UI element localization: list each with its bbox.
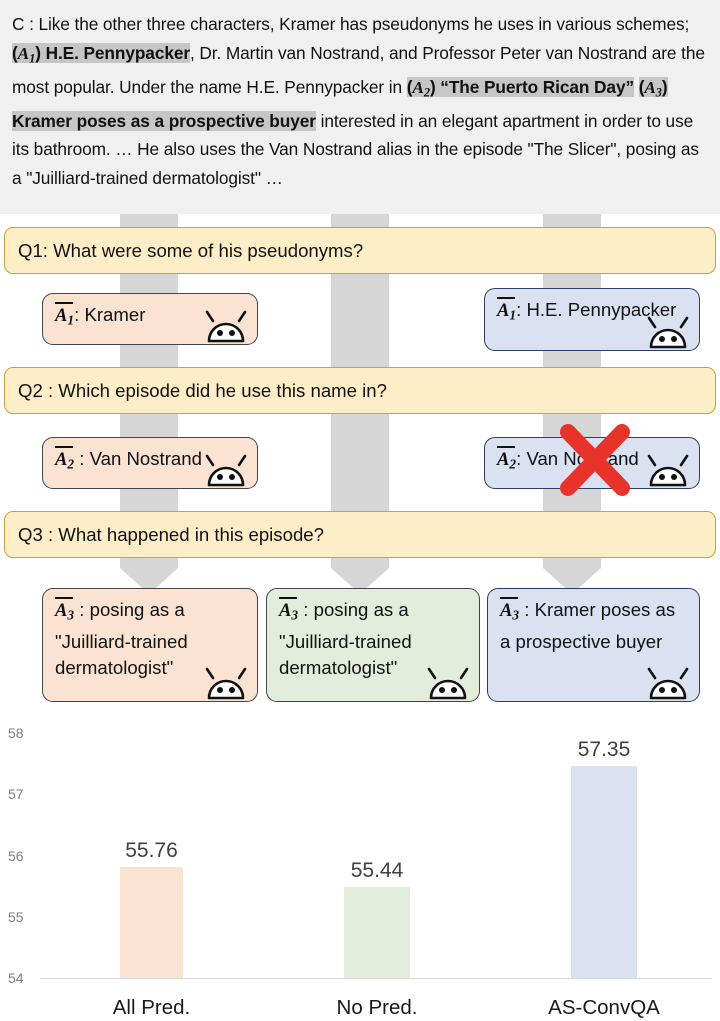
x-label-as-convqa: AS-ConvQA [548, 996, 660, 1019]
results-bar-chart: 58 57 56 55 54 55.76 55.44 57.35 All Pre… [0, 712, 720, 1021]
answer-text-q2-left: Van Nostrand [89, 448, 202, 469]
answer-label-a3-middle: A3 [279, 596, 298, 629]
x-axis-line [40, 978, 712, 979]
answer-q3-right[interactable]: A3 : Kramer poses as a prospective buyer [487, 588, 700, 702]
context-highlight-a2: (A2) “The Puerto Rican Day” [406, 76, 634, 100]
answer-q3-middle[interactable]: A3 : posing as a "Juilliard-trained derm… [266, 588, 480, 702]
context-text-run-0: Like the other three characters, Kramer … [33, 14, 690, 34]
y-tick-58: 58 [8, 725, 24, 741]
answer-q2-left[interactable]: A2 : Van Nostrand [42, 437, 258, 489]
answer-sep-q1-right: : [516, 299, 522, 320]
android-robot-icon [205, 310, 247, 343]
question-1-bar[interactable]: Q1: What were some of his pseudonyms? [4, 227, 716, 274]
bar-as-convqa [571, 766, 637, 978]
bar-all-pred [120, 866, 183, 978]
bar-value-all-pred: 55.76 [125, 838, 178, 862]
answer-q1-left[interactable]: A1: Kramer [42, 293, 258, 345]
y-tick-57: 57 [8, 786, 24, 802]
answer-label-a1-left: A1 [55, 301, 74, 334]
y-tick-56: 56 [8, 848, 24, 864]
answer-label-a1-right: A1 [497, 296, 516, 329]
bar-value-no-pred: 55.44 [350, 858, 404, 882]
answer-q1-right[interactable]: A1: H.E. Pennypacker [484, 288, 700, 351]
answer-sep-q3-middle: : [298, 599, 309, 620]
answer-q2-right[interactable]: A2: Van Nostrand [484, 437, 700, 489]
android-robot-icon [427, 667, 469, 700]
y-tick-55: 55 [8, 909, 24, 925]
y-tick-54: 54 [8, 970, 24, 986]
android-robot-icon [647, 667, 689, 700]
answer-label-a2-left: A2 [55, 445, 74, 478]
answer-label-a2-right: A2 [497, 445, 516, 478]
x-label-no-pred: No Pred. [336, 996, 418, 1019]
context-speaker-label: C : [12, 14, 34, 34]
answer-label-a3-left: A3 [55, 596, 74, 629]
bar-no-pred [344, 886, 410, 978]
answer-sep-q3-right: : [519, 599, 530, 620]
question-2-text: Q2 : Which episode did he use this name … [18, 379, 387, 401]
answer-q3-left[interactable]: A3 : posing as a "Juilliard-trained derm… [42, 588, 258, 702]
android-robot-icon [647, 454, 689, 487]
question-1-text: Q1: What were some of his pseudonyms? [18, 239, 364, 261]
x-label-all-pred: All Pred. [112, 996, 191, 1019]
answer-text-q1-left: Kramer [84, 304, 146, 325]
answer-sep-q2-left: : [74, 448, 85, 469]
bar-value-as-convqa: 57.35 [577, 738, 631, 762]
answer-text-q2-right: Van Nostrand [526, 448, 639, 469]
android-robot-icon [647, 316, 689, 349]
context-highlight-a1: (A1) H.E. Pennypacker [12, 42, 190, 66]
question-3-bar[interactable]: Q3 : What happened in this episode? [4, 511, 716, 558]
android-robot-icon [205, 454, 247, 487]
context-text-run-gap [634, 77, 639, 97]
question-3-text: Q3 : What happened in this episode? [18, 523, 324, 545]
answer-sep-q2-right: : [516, 448, 522, 469]
android-robot-icon [205, 667, 247, 700]
question-2-bar[interactable]: Q2 : Which episode did he use this name … [4, 367, 716, 414]
answer-label-a3-right: A3 [500, 596, 519, 629]
answer-sep-q3-left: : [74, 599, 85, 620]
context-passage: C : Like the other three characters, Kra… [0, 0, 720, 214]
answer-sep-q1-left: : [74, 304, 80, 325]
